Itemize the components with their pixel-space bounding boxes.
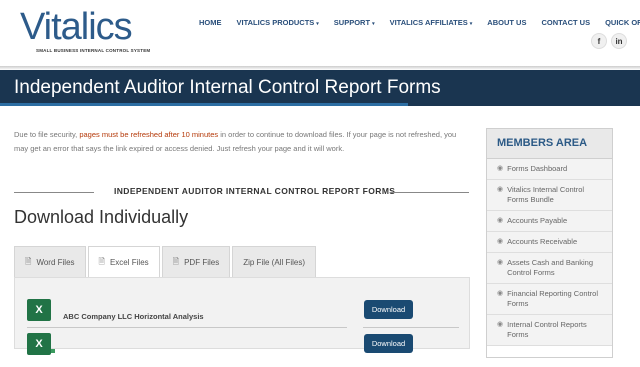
chevron-down-icon: ▾ [469,21,473,27]
file-name: ABC Company LLC Horizontal Analysis [63,312,204,321]
download-heading: Download Individually [14,207,189,227]
refresh-notice: Due to file security, pages must be refr… [14,130,457,153]
main-nav: HOME VITALICS PRODUCTS ▾ SUPPORT ▾ VITALIC… [199,18,640,27]
sidebar-item-forms-bundle[interactable]: ◉ Vitalics Internal Control Forms Bundle [487,180,612,211]
nav-support[interactable]: SUPPORT ▾ [334,18,375,27]
facebook-icon[interactable]: f [591,33,607,49]
excel-icon: X [27,299,55,321]
linkedin-icon[interactable]: in [611,33,627,49]
file-type-tabs: 🗎 Word Files 🗎 Excel Files 🗎 PDF Files Z… [14,246,318,278]
sidebar-item-financial-reporting[interactable]: ◉ Financial Reporting Control Forms [487,284,612,315]
excel-file-icon: 🗎 [98,256,105,266]
vitalics-logo[interactable]: Vitalics SMALL BUSINESS INTERNAL CONTROL… [20,6,151,54]
chevron-down-icon: ▾ [316,21,319,27]
tab-pdf-files[interactable]: 🗎 PDF Files [161,246,231,278]
nav-home[interactable]: HOME [199,18,222,27]
download-button[interactable]: Download [364,334,413,353]
bullet-icon: ◉ [497,259,504,266]
nav-quick-ordering[interactable]: QUICK ORDERING [605,18,640,27]
sidebar-item-accounts-payable[interactable]: ◉ Accounts Payable [487,211,612,232]
logo-tagline: SMALL BUSINESS INTERNAL CONTROL SYSTEM [36,48,151,53]
bullet-icon: ◉ [497,290,504,297]
tab-excel-files[interactable]: 🗎 Excel Files [87,246,160,278]
bullet-icon: ◉ [497,186,504,193]
page-title-bar: Independent Auditor Internal Control Rep… [0,70,640,106]
tab-word-files[interactable]: 🗎 Word Files [14,246,86,278]
word-file-icon: 🗎 [25,256,32,266]
section-heading: INDEPENDENT AUDITOR INTERNAL CONTROL REP… [14,185,469,199]
sidebar-item-assets-cash-banking[interactable]: ◉ Assets Cash and Banking Control Forms [487,253,612,284]
members-area-sidebar: MEMBERS AREA ◉ Forms Dashboard ◉ Vitalics … [486,128,613,358]
heading-rule-right [390,192,469,193]
excel-icon: X [27,333,55,355]
bullet-icon: ◉ [497,238,504,245]
row-divider [363,327,459,328]
nav-vitalics-affiliates[interactable]: VITALICS AFFILIATES ▾ [390,18,473,27]
sidebar-title: MEMBERS AREA [487,129,612,159]
list-item: X ABC Company LLC Horizontal Analysis Do… [27,299,467,333]
nav-about-us[interactable]: ABOUT US [487,18,526,27]
sidebar-menu: ◉ Forms Dashboard ◉ Vitalics Internal Cont… [487,159,612,346]
download-button[interactable]: Download [364,300,413,319]
heading-rule-left [14,192,94,193]
sidebar-item-forms-dashboard[interactable]: ◉ Forms Dashboard [487,159,612,180]
sidebar-item-internal-control-reports[interactable]: ◉ Internal Control Reports Forms [487,315,612,346]
dashboard-icon: ◉ [497,165,504,172]
social-links: f in [591,33,627,49]
tab-zip-file[interactable]: Zip File (All Files) [232,246,316,278]
logo-wordmark: Vitalics [20,6,133,48]
bullet-icon: ◉ [497,321,504,328]
row-divider [27,327,347,328]
site-header: Vitalics SMALL BUSINESS INTERNAL CONTROL… [0,0,640,66]
sidebar-item-accounts-receivable[interactable]: ◉ Accounts Receivable [487,232,612,253]
chevron-down-icon: ▾ [372,21,375,27]
refresh-warning: pages must be refreshed after 10 minutes [79,130,219,139]
nav-vitalics-products[interactable]: VITALICS PRODUCTS ▾ [237,18,319,27]
nav-contact-us[interactable]: CONTACT US [541,18,590,27]
excel-files-panel: X ABC Company LLC Horizontal Analysis Do… [14,277,470,355]
bullet-icon: ◉ [497,217,504,224]
page-title: Independent Auditor Internal Control Rep… [14,77,441,98]
pdf-file-icon: 🗎 [172,256,180,266]
list-item: X Download [27,333,467,367]
